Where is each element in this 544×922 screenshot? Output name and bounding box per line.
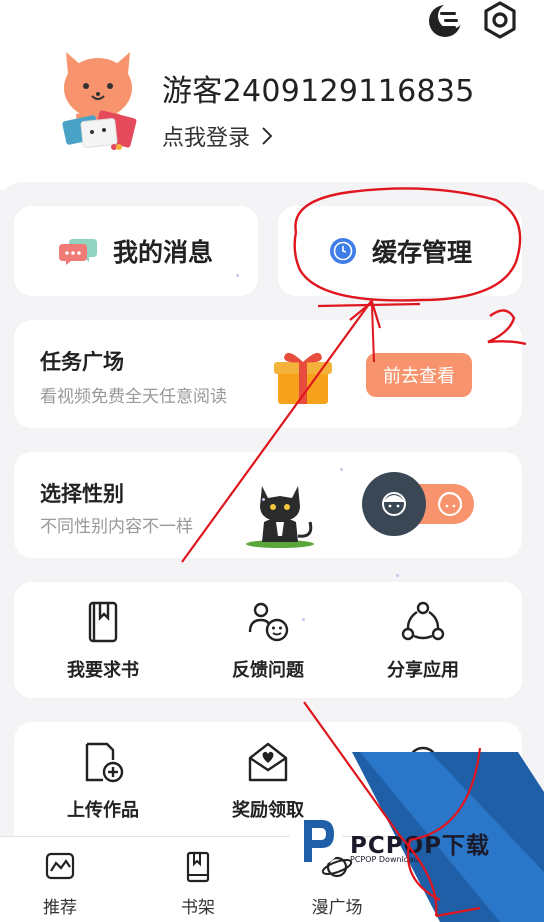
reward-envelope-icon [248, 742, 288, 782]
login-link[interactable]: 点我登录 [162, 120, 274, 152]
go-view-button[interactable]: 前去查看 [366, 353, 472, 397]
task-plaza-title: 任务广场 [40, 350, 124, 374]
my-messages-button[interactable]: 我的消息 [14, 206, 258, 296]
gender-toggle[interactable] [362, 472, 474, 536]
decorative-dot [236, 274, 239, 277]
tab-bookshelf[interactable]: 书架 [153, 851, 243, 918]
black-cat-illustration [240, 478, 324, 548]
my-messages-label: 我的消息 [112, 238, 213, 267]
cache-management-button[interactable]: 缓存管理 [278, 206, 522, 296]
username: 游客2409129116835 [162, 74, 475, 109]
tools-row-1: 我要求书 反馈问题 分享应用 [14, 582, 522, 698]
task-plaza-subtitle: 看视频免费全天任意阅读 [40, 387, 227, 407]
gender-select-subtitle: 不同性别内容不一样 [40, 517, 193, 537]
feedback-label: 反馈问题 [232, 660, 304, 681]
clock-icon [329, 238, 356, 264]
tab-bookshelf-label: 书架 [181, 898, 215, 918]
upload-work-label: 上传作品 [67, 800, 139, 821]
chat-bubbles-icon [58, 239, 97, 265]
request-book-button[interactable]: 我要求书 [28, 600, 178, 700]
decorative-dot [340, 468, 343, 471]
chevron-right-icon [262, 127, 273, 145]
bookshelf-icon [186, 851, 210, 883]
gender-select-title: 选择性别 [40, 482, 124, 506]
upload-document-icon [85, 742, 124, 783]
decorative-dot [262, 498, 265, 501]
decorative-dot [396, 574, 399, 577]
night-mode-icon[interactable] [426, 2, 464, 40]
share-icon [401, 601, 445, 641]
cache-management-label: 缓存管理 [371, 238, 472, 267]
login-link-label: 点我登录 [162, 126, 251, 151]
feedback-smiley-icon [248, 602, 289, 642]
tab-recommend[interactable]: 推荐 [15, 851, 105, 918]
gender-select-card: 选择性别 不同性别内容不一样 [14, 452, 522, 558]
share-app-button[interactable]: 分享应用 [348, 600, 498, 700]
tab-recommend-label: 推荐 [43, 898, 77, 918]
upload-work-button[interactable]: 上传作品 [28, 740, 178, 840]
avatar[interactable] [56, 44, 140, 160]
book-icon [88, 601, 118, 643]
settings-gear-icon[interactable] [480, 0, 520, 40]
decorative-dot [302, 618, 305, 621]
recommend-icon [45, 852, 75, 880]
share-app-label: 分享应用 [387, 660, 459, 681]
gift-box-icon [272, 346, 334, 408]
watermark-subtext: PCPOP Download [350, 855, 419, 864]
request-book-label: 我要求书 [67, 660, 139, 681]
task-plaza-card[interactable]: 任务广场 看视频免费全天任意阅读 前去查看 [14, 320, 522, 428]
feedback-button[interactable]: 反馈问题 [193, 600, 343, 700]
